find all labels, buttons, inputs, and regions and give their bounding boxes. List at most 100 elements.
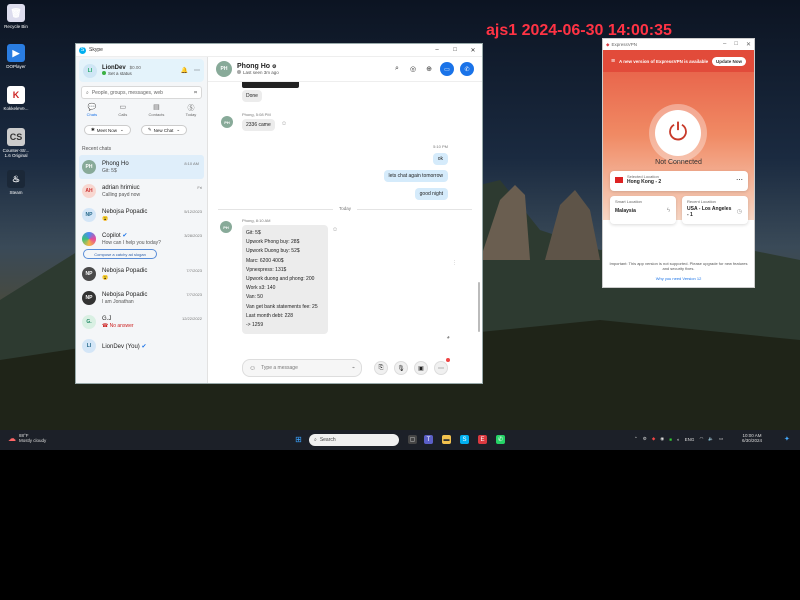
tab-calls[interactable]: ▭ Calls: [118, 103, 127, 121]
outgoing-bubble: good night: [414, 188, 448, 200]
profile-card[interactable]: LI LionDev $0.00 Set a status 🔔 ⋯: [79, 59, 204, 82]
tab-chats[interactable]: 💬 Chats: [87, 103, 97, 121]
react-icon[interactable]: ☺: [281, 121, 287, 127]
desktop-icon-counter-strike[interactable]: CS Counter-Str... 1.6 Original: [2, 128, 30, 158]
chat-preview: Calling payd now: [102, 191, 141, 198]
smart-location-card[interactable]: Smart Location Malaysia ϟ: [610, 196, 676, 224]
shared-image[interactable]: [242, 82, 299, 88]
chat-item-gj[interactable]: G. G.J ☎ No answer 12/22/2022: [76, 310, 207, 334]
whatsapp-icon[interactable]: ✆: [496, 435, 505, 444]
minimize-icon[interactable]: –: [428, 47, 446, 54]
chat-item-nebojsa-1[interactable]: NP Nebojsa Popadic 😮 5/12/2023: [76, 203, 207, 227]
read-receipt-icon: ◕: [446, 335, 450, 341]
meet-now-button[interactable]: ✱ Meet Now ⌄: [84, 125, 131, 135]
sender-avatar: PH: [220, 115, 234, 129]
message-placeholder: Type a message: [261, 365, 298, 371]
tray-app-icon[interactable]: ⚙: [643, 436, 647, 442]
contact-avatar[interactable]: PH: [216, 61, 232, 77]
close-icon[interactable]: ✕: [746, 41, 751, 48]
expressvpn-window: ◆ ExpressVPN – □ ✕ ≡ A new version of Expr…: [602, 38, 755, 288]
more-icon[interactable]: ⋯: [194, 67, 200, 74]
task-view-icon[interactable]: ▢: [408, 435, 417, 444]
search-input[interactable]: ⌕ People, groups, messages, web ⌗: [81, 86, 202, 99]
chat-item-nebojsa-2[interactable]: NP Nebojsa Popadic 😮 7/7/2023: [76, 262, 207, 286]
more-icon[interactable]: ⋯: [736, 176, 743, 184]
close-icon[interactable]: ✕: [464, 47, 482, 54]
search-icon[interactable]: ⌕: [392, 65, 402, 73]
skype-titlebar[interactable]: S Skype – □ ✕: [76, 44, 482, 57]
language-indicator[interactable]: ENG: [685, 437, 695, 442]
chat-date: 7/7/2023: [186, 268, 202, 273]
tray-app-icon[interactable]: ◐: [677, 437, 680, 442]
minimize-icon[interactable]: –: [723, 41, 726, 48]
tab-today[interactable]: Ⓢ Today: [186, 103, 197, 121]
bell-icon[interactable]: 🔔: [181, 67, 188, 74]
chat-name: adrian hrimiuc: [102, 184, 140, 191]
why-version-link[interactable]: Why you need Version 12: [609, 276, 748, 281]
weather-widget[interactable]: ☁ 88°F Mostly cloudy: [8, 433, 46, 443]
tray-app-icon[interactable]: ◉: [660, 436, 664, 442]
power-button[interactable]: ⏻: [655, 110, 701, 156]
chat-item-phong-ho[interactable]: PH Phong Ho Git: 5$ 8:10 AM: [79, 155, 204, 179]
tray-app-icon[interactable]: ■: [669, 437, 672, 442]
maximize-icon[interactable]: □: [734, 41, 738, 48]
scrollbar[interactable]: [478, 282, 480, 332]
add-person-icon[interactable]: ⊕: [424, 65, 434, 73]
chat-item-copilot[interactable]: Copilot ✔ How can I help you today? 3/28/…: [76, 227, 207, 251]
desktop-icon-recycle-bin[interactable]: 🗑 Recycle Bin: [2, 4, 30, 29]
expressvpn-taskbar-icon[interactable]: E: [478, 435, 487, 444]
chat-item-adrian[interactable]: AH adrian hrimiuc Calling payd now Fri: [76, 179, 207, 203]
dialpad-icon[interactable]: ⌗: [194, 90, 197, 96]
profile-status[interactable]: Set a status: [108, 71, 132, 76]
format-icon[interactable]: ⌁: [352, 365, 355, 371]
avatar: LI: [82, 339, 96, 353]
wifi-icon[interactable]: ◠: [699, 436, 703, 442]
chat-name: LionDev (You) ✔: [102, 343, 147, 350]
windows-start-icon[interactable]: ⊞: [294, 435, 303, 444]
message-list[interactable]: Done PH Phong, 5:08 PM 2336 came ☺ 5:10 …: [208, 82, 482, 353]
more-actions-icon[interactable]: ⋯: [434, 361, 448, 375]
copilot-tray-icon[interactable]: ✦: [784, 435, 790, 443]
desktop-icon-doplayer[interactable]: ▶ DOPlayer: [2, 44, 30, 69]
desktop: 🗑 Recycle Bin ▶ DOPlayer K KokkeleVe... CS C…: [0, 0, 800, 450]
vpn-tray-icon[interactable]: ◆: [652, 436, 655, 442]
recent-location-card[interactable]: Recent Location USA - Los Angeles - 1 ◷: [682, 196, 748, 224]
profile-avatar[interactable]: LI: [83, 63, 97, 78]
teams-icon[interactable]: T: [424, 435, 433, 444]
new-chat-button[interactable]: ✎ New Chat ⌄: [140, 125, 188, 135]
contact-name[interactable]: Phong Ho: [237, 63, 270, 70]
update-now-button[interactable]: Update Now: [711, 56, 746, 66]
more-options-icon[interactable]: ⋮: [452, 260, 457, 266]
outgoing-bubble: lets chat again tomorrow: [383, 170, 448, 182]
skype-window: S Skype – □ ✕ LI LionDev $0.00 Set a stat…: [75, 43, 483, 384]
message-input[interactable]: ☺ Type a message ⌁: [242, 359, 362, 377]
volume-icon[interactable]: 🔈: [708, 436, 714, 442]
chat-date: Fri: [197, 185, 202, 190]
clock[interactable]: 10:00 AM 6/30/2024: [742, 433, 762, 443]
vpn-titlebar[interactable]: ◆ ExpressVPN – □ ✕: [603, 39, 754, 50]
react-icon[interactable]: ☺: [332, 227, 338, 233]
chat-preview: ☎ No answer: [102, 322, 134, 329]
battery-icon[interactable]: ▭: [719, 436, 723, 442]
taskbar-search[interactable]: ⌕ Search: [309, 434, 399, 446]
file-explorer-icon[interactable]: ▬: [442, 435, 451, 444]
tab-contacts[interactable]: ▤ Contacts: [149, 103, 165, 121]
message-bubble-expenses: Git: 5$ Upwork Phong buy: 28$ Upwork Duo…: [242, 225, 328, 335]
chevron-up-icon[interactable]: ⌃: [634, 436, 638, 442]
selected-location-card[interactable]: Selected Location Hong Kong - 2 ⋯: [610, 171, 748, 191]
contact-card-icon[interactable]: ▣: [414, 361, 428, 375]
maximize-icon[interactable]: □: [446, 47, 464, 54]
video-call-button[interactable]: ▭: [440, 62, 454, 76]
desktop-icon-kokkeleve[interactable]: K KokkeleVe...: [2, 86, 30, 111]
conversation-header: PH Phong Ho ⚙ Last seen 3m ago ⌕ ◎ ⊕ ▭ ✆: [208, 57, 482, 82]
audio-call-button[interactable]: ✆: [460, 62, 474, 76]
skype-taskbar-icon[interactable]: S: [460, 435, 469, 444]
gallery-icon[interactable]: ◎: [408, 65, 418, 73]
attach-file-icon[interactable]: ⎘: [374, 361, 388, 375]
desktop-icon-steam[interactable]: ♨ Steam: [2, 170, 30, 195]
microphone-icon[interactable]: 🎙: [394, 361, 408, 375]
chat-item-self[interactable]: LI LionDev (You) ✔: [76, 334, 207, 358]
message-bubble: Done: [242, 90, 262, 102]
chat-item-nebojsa-3[interactable]: NP Nebojsa Popadic I am Jonathan 7/7/2023: [76, 286, 207, 310]
emoji-icon[interactable]: ☺: [249, 365, 256, 372]
